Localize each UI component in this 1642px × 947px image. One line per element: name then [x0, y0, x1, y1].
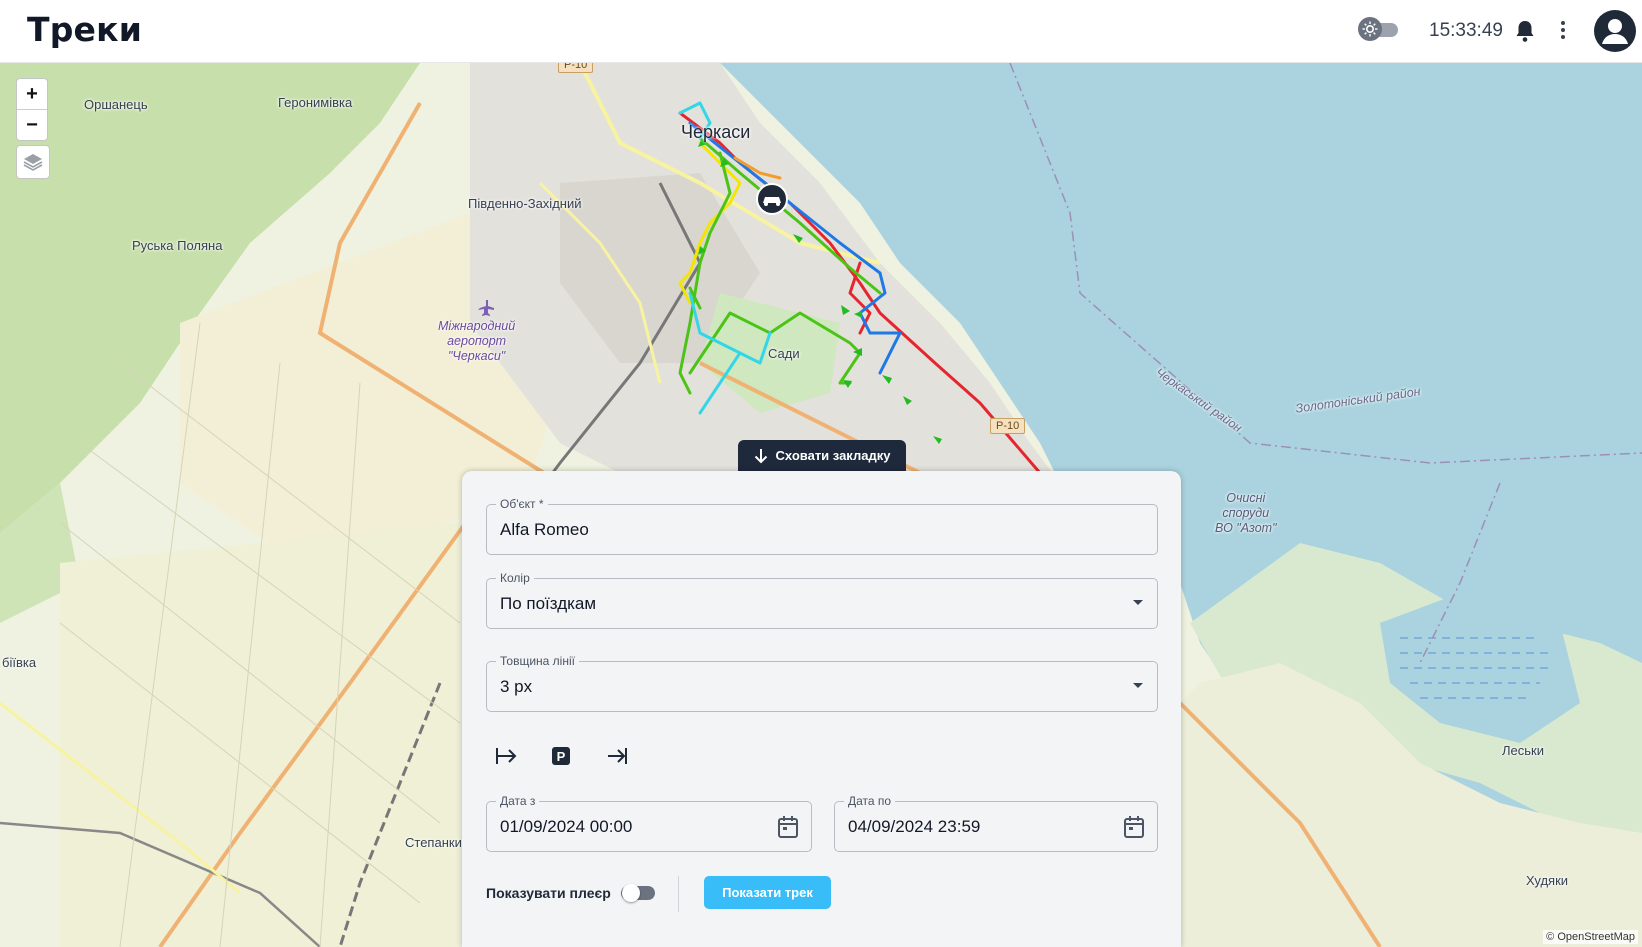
map-label-heronymivka: Геронимівка: [278, 95, 353, 110]
ochysni-label-line1: Очисні: [1226, 491, 1266, 505]
date-from-label: Дата з: [496, 794, 540, 808]
chevron-down-icon: [1133, 600, 1143, 605]
object-field-value: Alfa Romeo: [500, 520, 589, 539]
parking-icon-text: P: [557, 749, 566, 764]
road-shield-p10-bottom: Р-10: [990, 418, 1026, 434]
parking-icon[interactable]: P: [547, 742, 575, 770]
hide-panel-label: Сховати закладку: [775, 448, 891, 463]
show-player-label: Показувати плеєр: [486, 885, 611, 901]
track-end-icon[interactable]: [603, 742, 631, 770]
calendar-icon[interactable]: [777, 815, 799, 844]
map-label-lesky: Леськи: [1502, 743, 1544, 758]
object-field[interactable]: Об'єкт * Alfa Romeo: [486, 497, 1158, 555]
color-select-value: По поїздкам: [500, 594, 597, 613]
map-label-khudiaky: Худяки: [1526, 873, 1569, 888]
track-settings-panel: Об'єкт * Alfa Romeo Колір По поїздкам То…: [462, 471, 1181, 947]
track-start-icon[interactable]: [492, 742, 520, 770]
hide-panel-button[interactable]: Сховати закладку: [738, 440, 906, 471]
top-bar: Треки 15:33:49: [0, 0, 1642, 63]
map-label-cherkasy: Черкаси: [681, 122, 751, 142]
show-track-button[interactable]: Показати трек: [704, 876, 831, 909]
map-label-biivka: біївка: [2, 655, 37, 670]
airport-label-line1: Міжнародний: [438, 319, 516, 333]
map-label-pivdenno-zakhidnyi: Південно-Західний: [468, 196, 582, 211]
vehicle-marker: [756, 183, 788, 215]
object-field-label: Об'єкт *: [496, 497, 548, 511]
date-from-field[interactable]: Дата з 01/09/2024 00:00: [486, 794, 812, 852]
date-to-field[interactable]: Дата по 04/09/2024 23:59: [834, 794, 1158, 852]
more-menu-icon[interactable]: [1558, 18, 1568, 44]
bell-icon[interactable]: [1514, 19, 1536, 43]
date-to-value: 04/09/2024 23:59: [848, 817, 981, 836]
show-player-toggle-knob: [622, 884, 640, 902]
color-select-label: Колір: [496, 571, 534, 585]
line-width-value: 3 px: [500, 677, 533, 696]
theme-toggle[interactable]: [1358, 17, 1400, 45]
map-label-ruska-poliana: Руська Поляна: [132, 238, 223, 253]
user-avatar[interactable]: [1594, 10, 1636, 52]
color-select[interactable]: Колір По поїздкам: [486, 571, 1158, 629]
zoom-out-button[interactable]: −: [17, 109, 47, 140]
clock: 15:33:49: [1429, 20, 1503, 41]
airport-label-line2: аеропорт: [447, 334, 507, 348]
date-from-value: 01/09/2024 00:00: [500, 817, 633, 836]
map-label-orshanets: Оршанець: [84, 97, 148, 112]
show-player-toggle[interactable]: [621, 883, 655, 903]
calendar-icon[interactable]: [1123, 815, 1145, 844]
date-to-label: Дата по: [844, 794, 896, 808]
airport-label-line3: "Черкаси": [447, 349, 506, 363]
map-label-stepanky: Степанки: [405, 835, 462, 850]
ochysni-label-line3: ВО "Азот": [1215, 521, 1277, 535]
sun-icon: [1358, 17, 1382, 41]
ochysni-label-line2: споруди: [1222, 506, 1270, 520]
line-width-label: Товщина лінії: [496, 654, 579, 668]
page-title: Треки: [27, 10, 143, 49]
map-label-ochysni: Очисні споруди ВО "Азот": [1215, 491, 1277, 536]
zoom-control: + −: [16, 78, 48, 141]
arrow-down-icon: [754, 448, 767, 463]
divider: [678, 876, 679, 912]
map-attribution[interactable]: © OpenStreetMap: [1543, 930, 1638, 944]
map-label-sady: Сади: [768, 346, 800, 361]
road-shield-p10-top: Р-10: [558, 63, 594, 73]
map-label-airport: Міжнародний аеропорт "Черкаси": [438, 319, 515, 364]
zoom-in-button[interactable]: +: [17, 79, 47, 109]
layers-icon[interactable]: [16, 145, 50, 179]
chevron-down-icon: [1133, 683, 1143, 688]
line-width-select[interactable]: Товщина лінії 3 px: [486, 654, 1158, 712]
